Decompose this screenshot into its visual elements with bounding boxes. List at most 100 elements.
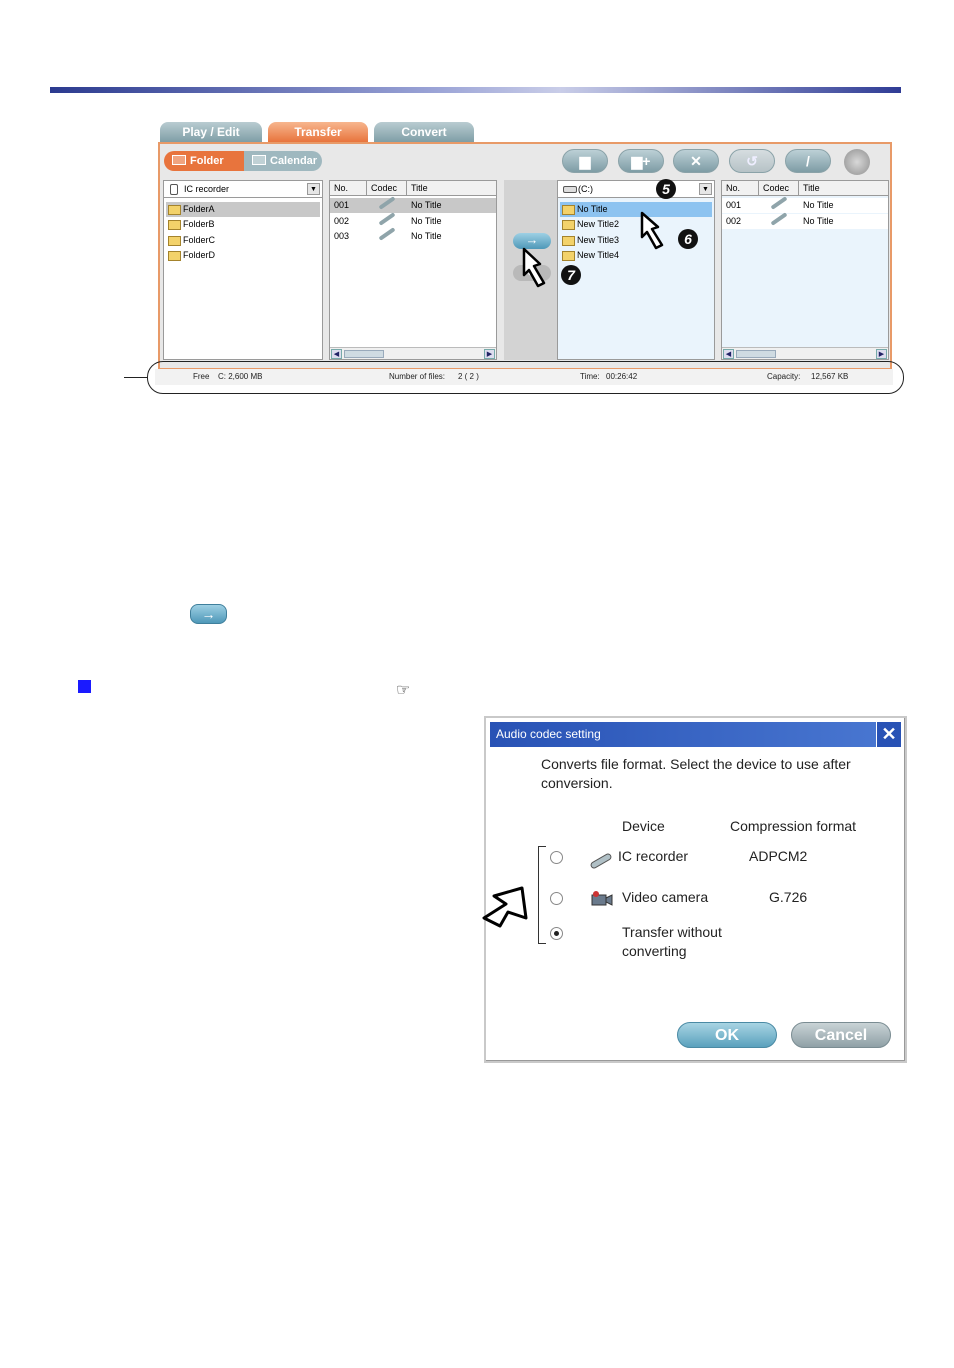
- scroll-right-icon[interactable]: ▶: [876, 349, 887, 359]
- codec-pen-icon: [378, 227, 396, 241]
- table-row[interactable]: 001 No Title: [330, 196, 496, 213]
- folder-label: New Title4: [577, 250, 620, 260]
- col-title[interactable]: Title: [799, 181, 888, 196]
- folder-view-label: Folder: [190, 155, 224, 167]
- scroll-left-icon[interactable]: ◀: [331, 349, 342, 359]
- horizontal-scrollbar[interactable]: ◀ ▶: [330, 347, 496, 359]
- folder-icon: [168, 251, 181, 261]
- dropdown-arrow-icon[interactable]: ▼: [699, 183, 712, 195]
- header-rule: [50, 87, 901, 93]
- ok-button[interactable]: OK: [677, 1022, 777, 1048]
- folder-item[interactable]: FolderA: [166, 202, 320, 217]
- new-folder-icon: ▆+: [631, 153, 651, 169]
- folder-icon: [168, 220, 181, 230]
- ic-recorder-icon: [170, 184, 178, 195]
- row-title: No Title: [411, 231, 442, 241]
- globe-icon[interactable]: [844, 149, 870, 175]
- table-row[interactable]: 003 No Title: [330, 227, 496, 244]
- codec-pen-icon: [770, 212, 788, 226]
- move-folder-button[interactable]: ▆: [562, 149, 608, 173]
- col-no[interactable]: No.: [330, 181, 367, 196]
- delete-button[interactable]: ✕: [673, 149, 719, 173]
- move-folder-icon: ▆: [579, 153, 591, 169]
- folder-item[interactable]: FolderD: [166, 248, 320, 263]
- row-no: 001: [334, 200, 350, 210]
- format-column-header: Compression format: [730, 818, 857, 834]
- folder-label: New Title2: [577, 219, 620, 229]
- folder-icon: [562, 236, 575, 246]
- radio-video-camera[interactable]: [550, 892, 563, 905]
- undo-button[interactable]: ↺: [729, 149, 775, 173]
- folder-icon: [562, 205, 575, 215]
- folder-label: New Title3: [577, 235, 620, 245]
- table-row[interactable]: 002 No Title: [330, 212, 496, 229]
- folder-icon: [168, 236, 181, 246]
- codec-pen-icon: [378, 212, 396, 226]
- new-folder-button[interactable]: ▆+: [618, 149, 664, 173]
- edit-button[interactable]: /: [785, 149, 831, 173]
- calendar-view-label: Calendar: [270, 155, 318, 167]
- scroll-thumb[interactable]: [736, 350, 776, 358]
- scroll-left-icon[interactable]: ◀: [723, 349, 734, 359]
- radio-transfer-without-converting[interactable]: [550, 927, 563, 940]
- folder-item[interactable]: FolderB: [166, 217, 320, 232]
- table-header: No. Codec Title: [722, 181, 888, 196]
- col-codec[interactable]: Codec: [759, 181, 799, 196]
- dialog-title: Audio codec setting: [496, 727, 601, 741]
- tab-play-edit[interactable]: Play / Edit: [160, 122, 262, 142]
- step-marker-5: 5: [656, 179, 676, 199]
- pointer-hand-icon: [522, 247, 546, 288]
- col-title[interactable]: Title: [407, 181, 496, 196]
- row-no: 002: [726, 216, 742, 226]
- tab-transfer[interactable]: Transfer: [268, 122, 368, 142]
- codec-pen-icon: [378, 196, 396, 210]
- dest-drive-name: (C:): [578, 184, 593, 194]
- folder-label: FolderD: [183, 250, 216, 260]
- table-header: No. Codec Title: [330, 181, 496, 196]
- close-icon[interactable]: ✕: [876, 722, 901, 747]
- step-marker-7: 7: [561, 265, 581, 285]
- tab-convert[interactable]: Convert: [374, 122, 474, 142]
- scroll-thumb[interactable]: [344, 350, 384, 358]
- reference-hand-icon: ☞: [396, 682, 411, 699]
- scroll-right-icon[interactable]: ▶: [484, 349, 495, 359]
- folder-label: FolderB: [183, 219, 215, 229]
- pointing-arrow-icon: [482, 886, 528, 928]
- source-device-dropdown[interactable]: IC recorder ▼: [164, 181, 322, 198]
- row-title: No Title: [803, 200, 834, 210]
- transfer-arrow-button-illustration: →: [190, 604, 227, 624]
- option-device-label: IC recorder: [618, 848, 689, 864]
- device-column-header: Device: [622, 818, 665, 834]
- section-bullet: [78, 680, 91, 693]
- radio-ic-recorder[interactable]: [550, 851, 563, 864]
- source-file-table: No. Codec Title 001 No Title 002 No Title …: [329, 180, 497, 360]
- pointer-hand-icon: [640, 211, 664, 250]
- folder-view-button[interactable]: Folder: [164, 151, 244, 171]
- horizontal-scrollbar[interactable]: ◀ ▶: [722, 347, 888, 359]
- calendar-view-button[interactable]: Calendar: [244, 151, 322, 171]
- dest-folder-list: (C:) ▼ No Title New Title2 New Title3 Ne…: [557, 180, 715, 360]
- cancel-button[interactable]: Cancel: [791, 1022, 891, 1048]
- row-no: 001: [726, 200, 742, 210]
- row-title: No Title: [411, 200, 442, 210]
- source-device-name: IC recorder: [184, 184, 230, 194]
- folder-item[interactable]: FolderC: [166, 233, 320, 248]
- col-codec[interactable]: Codec: [367, 181, 407, 196]
- col-no[interactable]: No.: [722, 181, 759, 196]
- dialog-title-bar: Audio codec setting ✕: [490, 722, 901, 747]
- dialog-message: Converts file format. Select the device …: [541, 756, 851, 791]
- row-title: No Title: [411, 216, 442, 226]
- table-row[interactable]: 001 No Title: [722, 196, 888, 213]
- ic-recorder-icon: [590, 853, 612, 869]
- dropdown-arrow-icon[interactable]: ▼: [307, 183, 320, 195]
- callout-leader-line: [124, 377, 148, 378]
- dest-file-table: No. Codec Title 001 No Title 002 No Title …: [721, 180, 889, 360]
- folder-icon: [172, 155, 186, 166]
- folder-label: No Title: [577, 204, 608, 214]
- delete-icon: ✕: [690, 153, 702, 169]
- undo-icon: ↺: [746, 153, 758, 169]
- source-folder-list: IC recorder ▼ FolderA FolderB FolderC Fo…: [163, 180, 323, 360]
- folder-icon: [168, 205, 181, 215]
- table-row[interactable]: 002 No Title: [722, 212, 888, 229]
- dest-drive-dropdown[interactable]: (C:) ▼: [558, 181, 714, 198]
